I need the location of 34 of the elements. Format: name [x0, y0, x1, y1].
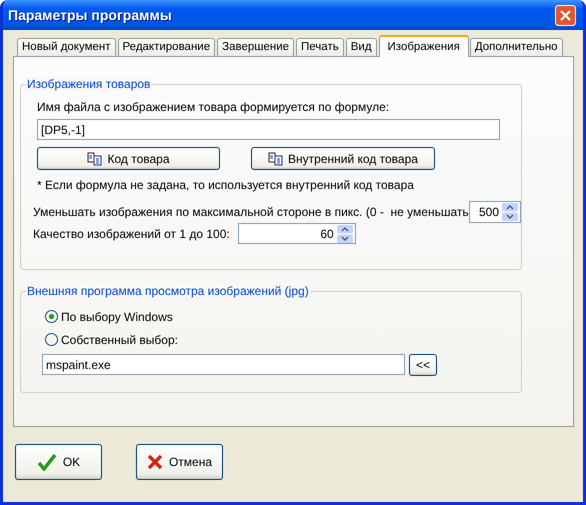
- formula-field[interactable]: [DP5,-1]: [37, 119, 500, 140]
- spin-arrows-icon[interactable]: [336, 224, 353, 242]
- radio-button[interactable]: [45, 310, 58, 323]
- tab[interactable]: Вид: [346, 38, 377, 56]
- formula-label: Имя файла с изображением товара формируется по формуле:: [37, 100, 390, 114]
- copy-icon: [87, 152, 104, 166]
- radio-button[interactable]: [45, 333, 58, 346]
- insert-button[interactable]: Внутренний код товара: [251, 147, 435, 170]
- cancel-button[interactable]: Отмена: [136, 444, 223, 480]
- browse-button[interactable]: <<: [409, 354, 437, 376]
- radio-option[interactable]: По выбору Windows: [45, 308, 521, 325]
- window-title: Параметры программы: [8, 7, 173, 23]
- copy-icon: [268, 152, 284, 166]
- tab[interactable]: Новый документ: [17, 38, 116, 56]
- spin-arrows-icon[interactable]: [502, 203, 518, 221]
- tab[interactable]: Печать: [296, 38, 344, 56]
- reduce-label: Уменьшать изображения по максимальной стороне в пикс. (0 - не уменьшать: [33, 205, 469, 219]
- note-text: * Если формула не задана, то используется внутренний код товара: [37, 178, 415, 192]
- close-icon[interactable]: [555, 4, 576, 26]
- tab[interactable]: Дополнительно: [470, 38, 563, 56]
- checkmark-icon: [36, 453, 57, 471]
- group-title: Внешняя программа просмотра изображений (jpg): [26, 284, 310, 298]
- path-field[interactable]: mspaint.exe: [42, 354, 405, 375]
- radio-option[interactable]: Собственный выбор:: [45, 331, 521, 348]
- quality-spinbox[interactable]: 60: [238, 223, 356, 244]
- cross-icon: [146, 454, 163, 470]
- insert-button[interactable]: Код товара: [37, 147, 220, 170]
- ok-button[interactable]: OK: [15, 444, 102, 480]
- quality-label: Качество изображений от 1 до 100:: [33, 226, 230, 240]
- tab[interactable]: Завершение: [217, 38, 294, 56]
- group-title: Изображения товаров: [26, 77, 152, 91]
- tab[interactable]: Изображения: [378, 35, 469, 57]
- tab[interactable]: Редактирование: [118, 38, 216, 56]
- reduce-spinbox[interactable]: 500: [468, 201, 521, 223]
